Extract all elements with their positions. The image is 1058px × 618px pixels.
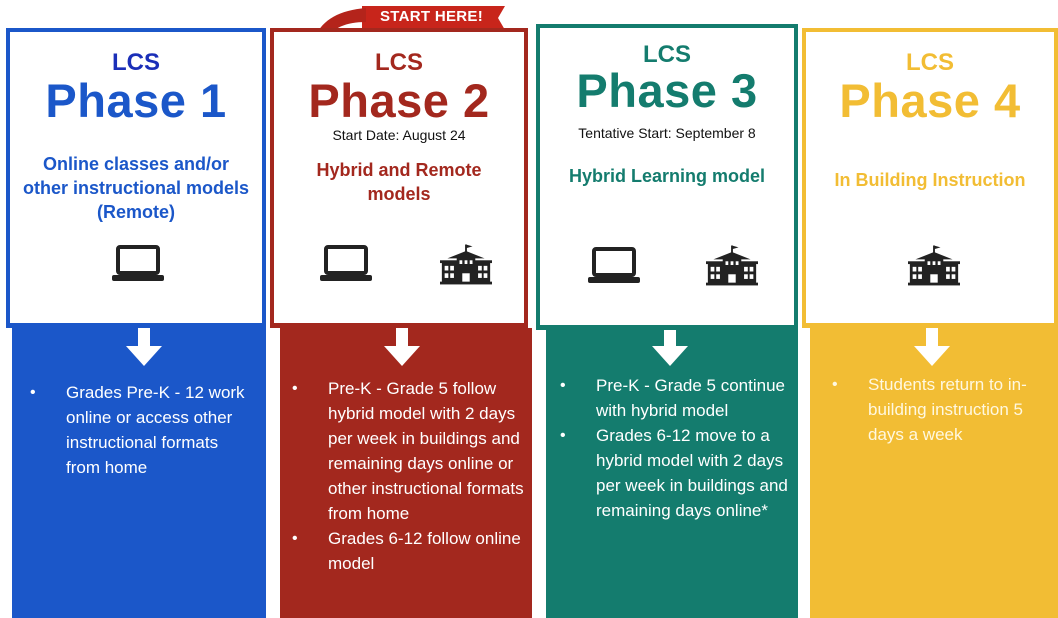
phase-2-title: Phase 2: [308, 74, 490, 127]
phase-1-card: LCS Phase 1 Online classes and/or other …: [6, 28, 266, 328]
phase-3-title: Phase 3: [576, 64, 758, 117]
phase-2-start-date: Start Date: August 24: [332, 127, 466, 143]
bullet-item: Students return to in-building instructi…: [828, 372, 1056, 447]
phase-4-description: In Building Instruction: [834, 170, 1026, 190]
down-arrow-icon: [652, 328, 688, 366]
phase-2-column: LCS Phase 2 Start Date: August 24 Hybrid…: [270, 0, 532, 618]
laptop-icon: [318, 244, 374, 284]
bullet-item: Grades 6-12 move to a hybrid model with …: [556, 423, 792, 523]
phase-2-lcs: LCS: [375, 49, 423, 76]
bullet-item: Pre-K - Grade 5 continue with hybrid mod…: [556, 373, 792, 423]
phase-4-title: Phase 4: [839, 74, 1021, 127]
school-building-icon: [440, 243, 492, 285]
down-arrow-icon: [126, 328, 162, 366]
down-arrow-icon: [914, 328, 950, 366]
phase-1-title: Phase 1: [45, 74, 227, 127]
phase-1-column: LCS Phase 1 Online classes and/or other …: [6, 0, 266, 618]
school-building-icon: [706, 244, 758, 286]
phase-2-description: Hybrid and Remote models: [316, 160, 482, 204]
phase-3-start-date: Tentative Start: September 8: [578, 125, 756, 141]
phase-3-card: LCS Phase 3 Tentative Start: September 8…: [536, 24, 798, 330]
bullet-item: Grades Pre-K - 12 work online or access …: [26, 380, 256, 480]
phase-1-description: Online classes and/or other instructiona…: [22, 154, 250, 222]
phase-3-bullets: Pre-K - Grade 5 continue with hybrid mod…: [556, 373, 792, 523]
bullet-item: Grades 6-12 follow online model: [288, 526, 528, 576]
phase-4-lcs: LCS: [906, 49, 954, 76]
phase-4-bullets: Students return to in-building instructi…: [828, 372, 1056, 447]
phase-3-column: LCS Phase 3 Tentative Start: September 8…: [536, 0, 798, 618]
down-arrow-icon: [384, 328, 420, 366]
phase-2-card: LCS Phase 2 Start Date: August 24 Hybrid…: [270, 28, 528, 328]
phase-4-column: LCS Phase 4 In Building Instruction Stud…: [802, 0, 1058, 618]
laptop-icon: [586, 246, 642, 286]
laptop-icon: [110, 244, 166, 284]
phase-1-bullets: Grades Pre-K - 12 work online or access …: [26, 380, 256, 480]
phase-4-card: LCS Phase 4 In Building Instruction: [802, 28, 1058, 328]
phase-2-bullets: Pre-K - Grade 5 follow hybrid model with…: [288, 376, 528, 576]
bullet-item: Pre-K - Grade 5 follow hybrid model with…: [288, 376, 528, 526]
phase-1-lcs: LCS: [112, 49, 160, 76]
phase-3-description: Hybrid Learning model: [568, 166, 766, 186]
school-building-icon: [908, 244, 960, 286]
